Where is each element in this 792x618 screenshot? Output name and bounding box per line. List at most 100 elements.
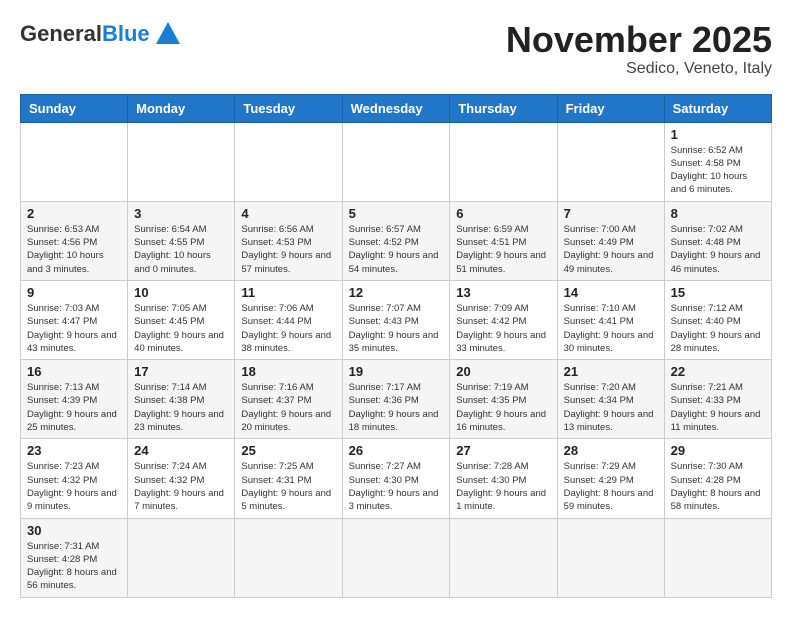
cell-content: Sunrise: 6:56 AMSunset: 4:53 PMDaylight:… — [241, 223, 335, 276]
calendar-cell — [21, 122, 128, 201]
calendar-cell: 18 Sunrise: 7:16 AMSunset: 4:37 PMDayligh… — [235, 360, 342, 439]
calendar-cell — [557, 518, 664, 597]
calendar-cell: 10Sunrise: 7:05 AMSunset: 4:45 PMDayligh… — [128, 280, 235, 359]
calendar-cell: 2 Sunrise: 6:53 AMSunset: 4:56 PMDaylight… — [21, 201, 128, 280]
calendar-cell — [342, 122, 450, 201]
calendar-cell: 9 Sunrise: 7:03 AMSunset: 4:47 PMDaylight… — [21, 280, 128, 359]
day-number: 26 — [349, 443, 444, 458]
calendar-cell: 19Sunrise: 7:17 AMSunset: 4:36 PMDayligh… — [342, 360, 450, 439]
calendar-week-row: 16Sunrise: 7:13 AMSunset: 4:39 PMDayligh… — [21, 360, 772, 439]
day-number: 7 — [564, 206, 658, 221]
calendar-cell — [128, 122, 235, 201]
calendar-cell: 27 Sunrise: 7:28 AMSunset: 4:30 PMDayligh… — [450, 439, 557, 518]
weekday-header-saturday: Saturday — [664, 94, 771, 122]
weekday-header-monday: Monday — [128, 94, 235, 122]
calendar-cell: 8 Sunrise: 7:02 AMSunset: 4:48 PMDaylight… — [664, 201, 771, 280]
calendar-cell: 12 Sunrise: 7:07 AMSunset: 4:43 PMDayligh… — [342, 280, 450, 359]
calendar-cell — [342, 518, 450, 597]
cell-content: Sunrise: 7:00 AMSunset: 4:49 PMDaylight:… — [564, 223, 658, 276]
cell-content: Sunrise: 7:06 AMSunset: 4:44 PMDaylight:… — [241, 302, 335, 355]
calendar-cell — [128, 518, 235, 597]
calendar-cell: 3Sunrise: 6:54 AMSunset: 4:55 PMDaylight… — [128, 201, 235, 280]
day-number: 6 — [456, 206, 550, 221]
logo-text: GeneralBlue — [20, 21, 150, 47]
cell-content: Sunrise: 7:07 AMSunset: 4:43 PMDaylight:… — [349, 302, 444, 355]
calendar-cell: 15 Sunrise: 7:12 AMSunset: 4:40 PMDayligh… — [664, 280, 771, 359]
cell-content: Sunrise: 7:02 AMSunset: 4:48 PMDaylight:… — [671, 223, 765, 276]
calendar-cell: 16Sunrise: 7:13 AMSunset: 4:39 PMDayligh… — [21, 360, 128, 439]
weekday-header-row: SundayMondayTuesdayWednesdayThursdayFrid… — [21, 94, 772, 122]
calendar-cell — [235, 518, 342, 597]
calendar-cell: 7 Sunrise: 7:00 AMSunset: 4:49 PMDaylight… — [557, 201, 664, 280]
cell-content: Sunrise: 7:16 AMSunset: 4:37 PMDaylight:… — [241, 381, 335, 434]
cell-content: Sunrise: 7:03 AMSunset: 4:47 PMDaylight:… — [27, 302, 121, 355]
day-number: 12 — [349, 285, 444, 300]
day-number: 27 — [456, 443, 550, 458]
cell-content: Sunrise: 7:28 AMSunset: 4:30 PMDaylight:… — [456, 460, 550, 513]
cell-content: Sunrise: 7:14 AMSunset: 4:38 PMDaylight:… — [134, 381, 228, 434]
cell-content: Sunrise: 7:25 AMSunset: 4:31 PMDaylight:… — [241, 460, 335, 513]
weekday-header-wednesday: Wednesday — [342, 94, 450, 122]
calendar-cell: 25 Sunrise: 7:25 AMSunset: 4:31 PMDayligh… — [235, 439, 342, 518]
calendar-cell — [450, 122, 557, 201]
calendar-cell: 23Sunrise: 7:23 AMSunset: 4:32 PMDayligh… — [21, 439, 128, 518]
cell-content: Sunrise: 7:05 AMSunset: 4:45 PMDaylight:… — [134, 302, 228, 355]
day-number: 20 — [456, 364, 550, 379]
location: Sedico, Veneto, Italy — [506, 60, 772, 78]
calendar-cell: 11 Sunrise: 7:06 AMSunset: 4:44 PMDayligh… — [235, 280, 342, 359]
calendar-cell: 1 Sunrise: 6:52 AMSunset: 4:58 PMDaylight… — [664, 122, 771, 201]
weekday-header-sunday: Sunday — [21, 94, 128, 122]
calendar-cell — [557, 122, 664, 201]
calendar-cell: 14Sunrise: 7:10 AMSunset: 4:41 PMDayligh… — [557, 280, 664, 359]
cell-content: Sunrise: 6:52 AMSunset: 4:58 PMDaylight:… — [671, 144, 765, 197]
cell-content: Sunrise: 7:12 AMSunset: 4:40 PMDaylight:… — [671, 302, 765, 355]
calendar-cell: 20Sunrise: 7:19 AMSunset: 4:35 PMDayligh… — [450, 360, 557, 439]
calendar-week-row: 23Sunrise: 7:23 AMSunset: 4:32 PMDayligh… — [21, 439, 772, 518]
calendar-cell: 30Sunrise: 7:31 AMSunset: 4:28 PMDayligh… — [21, 518, 128, 597]
calendar-cell — [664, 518, 771, 597]
title-block: November 2025 Sedico, Veneto, Italy — [506, 20, 772, 78]
day-number: 2 — [27, 206, 121, 221]
day-number: 8 — [671, 206, 765, 221]
day-number: 23 — [27, 443, 121, 458]
day-number: 3 — [134, 206, 228, 221]
cell-content: Sunrise: 7:10 AMSunset: 4:41 PMDaylight:… — [564, 302, 658, 355]
cell-content: Sunrise: 7:21 AMSunset: 4:33 PMDaylight:… — [671, 381, 765, 434]
calendar-cell: 22 Sunrise: 7:21 AMSunset: 4:33 PMDayligh… — [664, 360, 771, 439]
calendar-week-row: 30Sunrise: 7:31 AMSunset: 4:28 PMDayligh… — [21, 518, 772, 597]
day-number: 17 — [134, 364, 228, 379]
weekday-header-friday: Friday — [557, 94, 664, 122]
cell-content: Sunrise: 7:24 AMSunset: 4:32 PMDaylight:… — [134, 460, 228, 513]
day-number: 30 — [27, 523, 121, 538]
day-number: 16 — [27, 364, 121, 379]
cell-content: Sunrise: 6:59 AMSunset: 4:51 PMDaylight:… — [456, 223, 550, 276]
day-number: 25 — [241, 443, 335, 458]
day-number: 9 — [27, 285, 121, 300]
calendar-week-row: 9 Sunrise: 7:03 AMSunset: 4:47 PMDaylight… — [21, 280, 772, 359]
cell-content: Sunrise: 6:57 AMSunset: 4:52 PMDaylight:… — [349, 223, 444, 276]
calendar-cell: 5Sunrise: 6:57 AMSunset: 4:52 PMDaylight… — [342, 201, 450, 280]
calendar-cell: 24 Sunrise: 7:24 AMSunset: 4:32 PMDayligh… — [128, 439, 235, 518]
calendar-cell: 13Sunrise: 7:09 AMSunset: 4:42 PMDayligh… — [450, 280, 557, 359]
day-number: 13 — [456, 285, 550, 300]
weekday-header-thursday: Thursday — [450, 94, 557, 122]
month-title: November 2025 — [506, 20, 772, 60]
day-number: 15 — [671, 285, 765, 300]
day-number: 28 — [564, 443, 658, 458]
calendar-cell — [450, 518, 557, 597]
day-number: 24 — [134, 443, 228, 458]
calendar-cell: 29Sunrise: 7:30 AMSunset: 4:28 PMDayligh… — [664, 439, 771, 518]
cell-content: Sunrise: 6:53 AMSunset: 4:56 PMDaylight:… — [27, 223, 121, 276]
cell-content: Sunrise: 7:20 AMSunset: 4:34 PMDaylight:… — [564, 381, 658, 434]
calendar-cell: 28Sunrise: 7:29 AMSunset: 4:29 PMDayligh… — [557, 439, 664, 518]
calendar-cell: 4Sunrise: 6:56 AMSunset: 4:53 PMDaylight… — [235, 201, 342, 280]
day-number: 22 — [671, 364, 765, 379]
weekday-header-tuesday: Tuesday — [235, 94, 342, 122]
calendar-week-row: 2 Sunrise: 6:53 AMSunset: 4:56 PMDaylight… — [21, 201, 772, 280]
day-number: 18 — [241, 364, 335, 379]
calendar-cell: 26Sunrise: 7:27 AMSunset: 4:30 PMDayligh… — [342, 439, 450, 518]
calendar-cell: 17 Sunrise: 7:14 AMSunset: 4:38 PMDayligh… — [128, 360, 235, 439]
day-number: 1 — [671, 127, 765, 142]
calendar-cell — [235, 122, 342, 201]
day-number: 11 — [241, 285, 335, 300]
